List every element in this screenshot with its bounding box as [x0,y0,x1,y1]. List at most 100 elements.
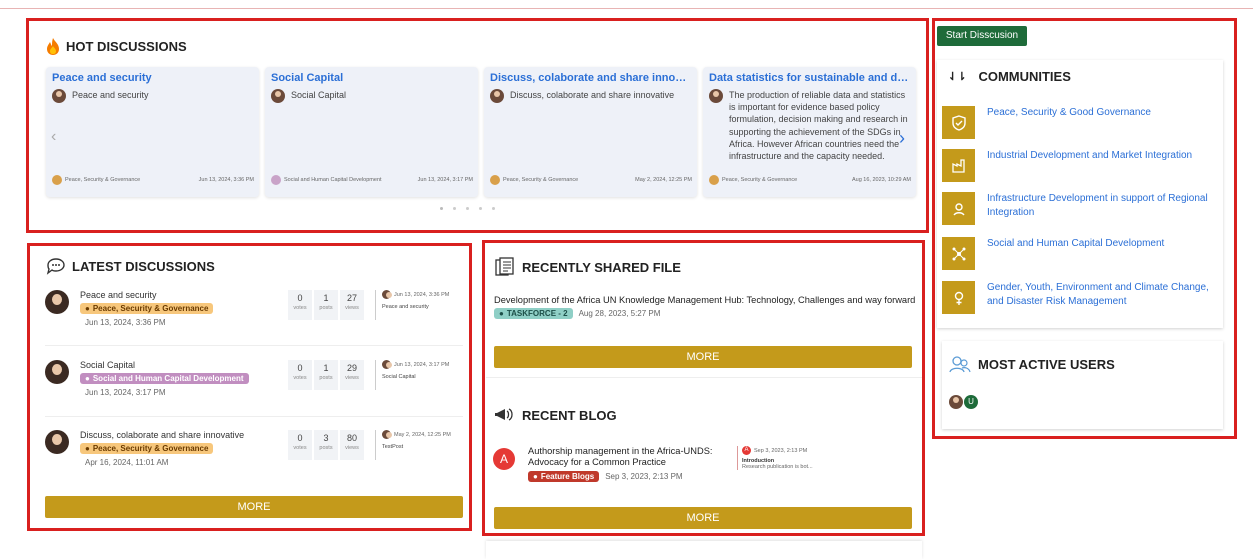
discussion-title[interactable]: Peace and security [80,290,157,300]
chat-icon: ● [533,472,538,481]
hot-card-title[interactable]: Peace and security [52,72,254,84]
hot-card-title[interactable]: Data statistics for sustainable and deve… [709,72,911,84]
chat-icon: ● [499,309,504,318]
discussion-date: Jun 13, 2024, 3:36 PM [85,318,166,327]
user-avatar [382,290,392,299]
recent-blog-label: RECENT BLOG [522,407,617,423]
sort-arrows-icon: ⇃⇂ [948,71,967,83]
category-tag[interactable]: ● Social and Human Capital Development [80,373,249,384]
hot-card-body: Discuss, colaborate and share innovative [510,90,675,100]
carousel-dots[interactable] [440,207,495,210]
active-users-title: MOST ACTIVE USERS [948,355,1115,373]
fire-icon [46,38,60,55]
taskforce-tag[interactable]: ● TASKFORCE - 2 [494,308,573,319]
bottom-card-edge [486,541,922,559]
file-date: Aug 28, 2023, 5:27 PM [578,309,661,318]
active-user-avatar[interactable] [949,395,963,409]
community-link[interactable]: Peace, Security & Good Governance [987,106,1151,139]
row-divider [45,345,463,346]
author-avatar [490,89,504,103]
hot-card-category: Peace, Security & Governance [503,177,579,183]
category-icon [490,175,500,185]
posts-count: 1 posts [314,360,338,390]
views-count: 29 views [340,360,364,390]
carousel-next-arrow[interactable]: › [899,128,905,149]
hot-discussions-title: HOT DISCUSSIONS [46,38,187,55]
user-avatar: A [742,446,751,455]
active-users-label: MOST ACTIVE USERS [978,356,1115,372]
files-more-button[interactable]: MORE [494,346,912,368]
last-post[interactable]: Jun 13, 2024, 3:36 PM Peace and security [375,290,449,320]
chat-icon: ● [85,304,90,313]
blog-date: Sep 3, 2023, 2:13 PM [605,472,683,481]
discussion-title[interactable]: Social Capital [80,360,135,370]
blog-author-avatar: A [493,448,515,470]
discussion-title[interactable]: Discuss, colaborate and share innovative [80,430,244,440]
category-icon [709,175,719,185]
hot-card-title[interactable]: Discuss, colaborate and share innovative [490,72,692,84]
author-avatar [52,89,66,103]
blog-category-tag[interactable]: ● Feature Blogs [528,471,600,482]
author-avatar [709,89,723,103]
community-link[interactable]: Infrastructure Development in support of… [987,192,1227,225]
community-item[interactable]: Peace, Security & Good Governance [942,106,1227,139]
hot-card-body: The production of reliable data and stat… [729,90,908,162]
hot-card-category: Peace, Security & Governance [65,177,141,183]
hot-discussions-label: HOT DISCUSSIONS [66,39,187,54]
community-link[interactable]: Gender, Youth, Environment and Climate C… [987,281,1227,314]
chat-icon: ● [85,374,90,383]
hot-card-title[interactable]: Social Capital [271,72,473,84]
blog-last-post[interactable]: A Sep 3, 2023, 2:13 PM Introduction Resea… [737,446,813,470]
shield-icon [942,106,975,139]
user-avatar [382,430,392,439]
hot-card-1[interactable]: Peace and security Peace and security Pe… [46,67,259,197]
active-user-avatar[interactable]: U [964,395,978,409]
hot-card-body: Peace and security [72,90,149,100]
file-title[interactable]: Development of the Africa UN Knowledge M… [494,295,915,305]
hot-card-date: Aug 16, 2023, 10:29 AM [851,177,911,183]
start-discussion-button[interactable]: Start Disscusion [937,26,1027,46]
list-item[interactable]: Social Capital ● Social and Human Capital… [45,360,465,420]
author-avatar [271,89,285,103]
hot-card-2[interactable]: Social Capital Social Capital Social and… [265,67,478,197]
document-icon [494,256,516,278]
community-item[interactable]: Social and Human Capital Development [942,237,1227,270]
top-divider [0,8,1253,9]
community-link[interactable]: Industrial Development and Market Integr… [987,149,1192,182]
hot-card-3[interactable]: Discuss, colaborate and share innovative… [484,67,697,197]
chat-bubble-icon [46,257,66,275]
community-link[interactable]: Social and Human Capital Development [987,237,1164,270]
list-item[interactable]: Discuss, colaborate and share innovative… [45,430,465,490]
megaphone-icon [494,406,516,424]
gender-icon [942,281,975,314]
hot-card-4[interactable]: Data statistics for sustainable and deve… [703,67,916,197]
author-avatar [45,360,69,384]
views-count: 27 views [340,290,364,320]
hot-card-date: Jun 13, 2024, 3:36 PM [198,177,254,183]
blog-title[interactable]: Authorship management in the Africa-UNDS… [528,446,728,468]
carousel-prev-arrow[interactable]: ‹ [51,128,56,146]
category-tag[interactable]: ● Peace, Security & Governance [80,303,214,314]
discussion-date: Apr 16, 2024, 11:01 AM [85,458,169,467]
votes-count: 0 votes [288,360,312,390]
author-avatar [45,290,69,314]
gear-hand-icon [942,192,975,225]
row-divider [45,416,463,417]
last-post[interactable]: Jun 13, 2024, 3:17 PM Social Capital [375,360,449,390]
latest-more-button[interactable]: MORE [45,496,463,518]
list-item[interactable]: Peace and security ● Peace, Security & Go… [45,290,465,350]
category-icon [271,175,281,185]
community-item[interactable]: Gender, Youth, Environment and Climate C… [942,281,1227,314]
chat-icon: ● [85,444,90,453]
hot-card-body: Social Capital [291,90,347,100]
communities-title: ⇃⇂ COMMUNITIES [948,69,1071,84]
user-avatar [382,360,392,369]
community-item[interactable]: Infrastructure Development in support of… [942,192,1227,225]
hot-card-category: Peace, Security & Governance [722,177,798,183]
latest-discussions-label: LATEST DISCUSSIONS [72,258,215,274]
category-tag[interactable]: ● Peace, Security & Governance [80,443,214,454]
last-post[interactable]: May 2, 2024, 12:25 PM TestPost [375,430,451,460]
users-icon [948,355,972,373]
community-item[interactable]: Industrial Development and Market Integr… [942,149,1227,182]
blog-more-button[interactable]: MORE [494,507,912,529]
